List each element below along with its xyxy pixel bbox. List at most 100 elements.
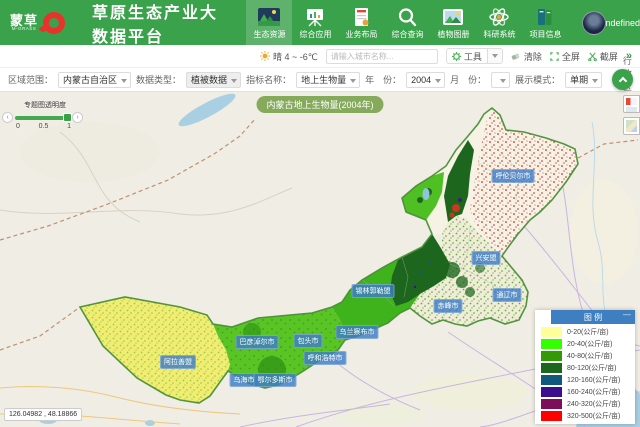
indicator-select[interactable]: 地上生物量 <box>296 72 360 88</box>
nav-label: 项目信息 <box>529 29 561 40</box>
legend-label: 320-500(公斤/亩) <box>567 411 620 421</box>
nav-item-query[interactable]: 综合查询 <box>384 0 430 45</box>
legend-item: 320-500(公斤/亩) <box>541 410 635 422</box>
user-area[interactable]: undefined <box>582 0 640 45</box>
nav-item-projects[interactable]: 项目信息 <box>522 0 568 45</box>
slider-handle[interactable] <box>63 113 72 122</box>
brand-ring-icon <box>43 12 65 34</box>
display-mode-select[interactable]: 单期 <box>565 72 602 88</box>
main-nav: 生态资源 综合应用 业务布局 综合查询 <box>246 0 568 45</box>
legend-swatch <box>541 327 562 337</box>
legend-swatch <box>541 339 562 349</box>
legend-item: 0-20(公斤/亩) <box>541 326 635 338</box>
avatar[interactable] <box>582 11 606 35</box>
city-label[interactable]: 锡林郭勒盟 <box>352 284 395 298</box>
brand-logo: 蒙草 M-GRASS <box>0 0 86 45</box>
city-label[interactable]: 阿拉善盟 <box>160 355 196 369</box>
legend-label: 20-40(公斤/亩) <box>567 339 613 349</box>
brand-name: 蒙草 <box>10 14 38 27</box>
nav-item-research[interactable]: 科研系统 <box>476 0 522 45</box>
filter-bar: 区域范围： 内蒙古自治区 数据类型： 植被数据 指标名称： 地上生物量 年 份：… <box>0 68 640 92</box>
opacity-slider[interactable]: 专题图透明度 ‹ › 0 0.5 1 <box>2 100 86 130</box>
search-input[interactable] <box>326 49 438 64</box>
nav-item-apps[interactable]: 综合应用 <box>292 0 338 45</box>
legend-header: 图 例 — <box>551 310 635 324</box>
city-label[interactable]: 呼和浩特市 <box>304 351 347 365</box>
atom-icon <box>486 6 512 28</box>
weather-widget: 晴 4 ~ -6℃ <box>260 50 318 63</box>
chevron-down-icon <box>500 79 506 83</box>
city-label[interactable]: 乌兰察布市 <box>336 325 379 339</box>
chevron-down-icon <box>435 79 441 83</box>
slider-track[interactable] <box>15 116 70 120</box>
tick-05: 0.5 <box>39 123 49 130</box>
month-label: 月 份： <box>450 73 486 86</box>
nav-item-eco-resources[interactable]: 生态资源 <box>246 0 292 45</box>
display-mode-label: 展示模式： <box>515 73 560 86</box>
clear-label: 清除 <box>524 50 542 63</box>
year-label: 年 份： <box>365 73 401 86</box>
legend-label: 240-320(公斤/亩) <box>567 399 620 409</box>
display-mode-value: 单期 <box>570 73 588 86</box>
map-title-badge: 内蒙古地上生物量(2004年) <box>256 96 383 113</box>
legend-minimize-button[interactable]: — <box>623 310 631 319</box>
indicator-label: 指标名称： <box>246 73 291 86</box>
nav-item-plant-atlas[interactable]: 植物图册 <box>430 0 476 45</box>
collapse-filter-button[interactable] <box>612 69 633 90</box>
legend-item: 160-240(公斤/亩) <box>541 386 635 398</box>
city-label[interactable]: 兴安盟 <box>472 251 501 265</box>
nav-label: 植物图册 <box>437 29 469 40</box>
tools-button[interactable]: 工具 <box>446 48 503 64</box>
nav-item-business[interactable]: 业务布局 <box>338 0 384 45</box>
tools-label: 工具 <box>464 50 482 63</box>
nav-label: 科研系统 <box>483 29 515 40</box>
chevron-down-icon <box>231 79 237 83</box>
map-legend: 图 例 — 0-20(公斤/亩) 20-40(公斤/亩) 40-80(公斤/亩)… <box>535 310 635 424</box>
tools-dropdown-toggle[interactable] <box>487 49 502 63</box>
region-value: 内蒙古自治区 <box>63 73 117 86</box>
fullscreen-label: 全屏 <box>562 50 580 63</box>
legend-item: 240-320(公斤/亩) <box>541 398 635 410</box>
year-select[interactable]: 2004 <box>406 72 445 88</box>
tick-0: 0 <box>16 123 20 130</box>
year-value: 2004 <box>411 75 431 85</box>
nav-label: 综合查询 <box>391 29 423 40</box>
page-title: 草原生态产业大数据平台 <box>86 0 244 45</box>
legend-label: 80-120(公斤/亩) <box>567 363 616 373</box>
chevron-down-icon <box>121 79 127 83</box>
slider-increase-button[interactable]: › <box>72 112 83 123</box>
legend-item: 120-160(公斤/亩) <box>541 374 635 386</box>
landscape-icon <box>256 6 282 28</box>
city-label[interactable]: 通辽市 <box>493 288 522 302</box>
month-select[interactable] <box>491 72 510 88</box>
overview-map-button[interactable] <box>623 95 640 113</box>
legend-label: 40-80(公斤/亩) <box>567 351 613 361</box>
indicator-value: 地上生物量 <box>301 73 346 86</box>
legend-item: 40-80(公斤/亩) <box>541 350 635 362</box>
city-label[interactable]: 呼伦贝尔市 <box>492 169 535 183</box>
map-canvas[interactable]: 内蒙古地上生物量(2004年) 专题图透明度 ‹ › 0 0.5 1 呼伦贝尔市… <box>0 92 640 427</box>
data-type-label: 数据类型： <box>136 73 181 86</box>
clear-button[interactable]: 清除 <box>511 50 542 63</box>
slider-ticks: 0 0.5 1 <box>16 123 71 130</box>
books-icon <box>532 6 558 28</box>
region-select[interactable]: 内蒙古自治区 <box>58 72 131 88</box>
city-label[interactable]: 鄂尔多斯市 <box>254 373 297 387</box>
city-label[interactable]: 赤峰市 <box>434 299 463 313</box>
city-label[interactable]: 巴彦淖尔市 <box>236 335 279 349</box>
eraser-icon <box>511 52 521 61</box>
fullscreen-icon <box>550 52 559 61</box>
data-type-select[interactable]: 植被数据 <box>186 72 241 88</box>
legend-title: 图 例 <box>584 312 602 323</box>
chevron-down-icon <box>592 79 598 83</box>
basemap-switch-button[interactable] <box>623 117 640 135</box>
slider-decrease-button[interactable]: ‹ <box>2 112 13 123</box>
sun-icon <box>260 51 270 61</box>
city-label[interactable]: 包头市 <box>294 334 323 348</box>
cursor-coordinates: 126.04982 , 48.18866 <box>4 408 82 421</box>
legend-swatch <box>541 375 562 385</box>
fullscreen-button[interactable]: 全屏 <box>550 50 580 63</box>
legend-swatch <box>541 387 562 397</box>
presentation-chart-icon <box>302 6 328 28</box>
opacity-slider-label: 专题图透明度 <box>24 100 86 110</box>
